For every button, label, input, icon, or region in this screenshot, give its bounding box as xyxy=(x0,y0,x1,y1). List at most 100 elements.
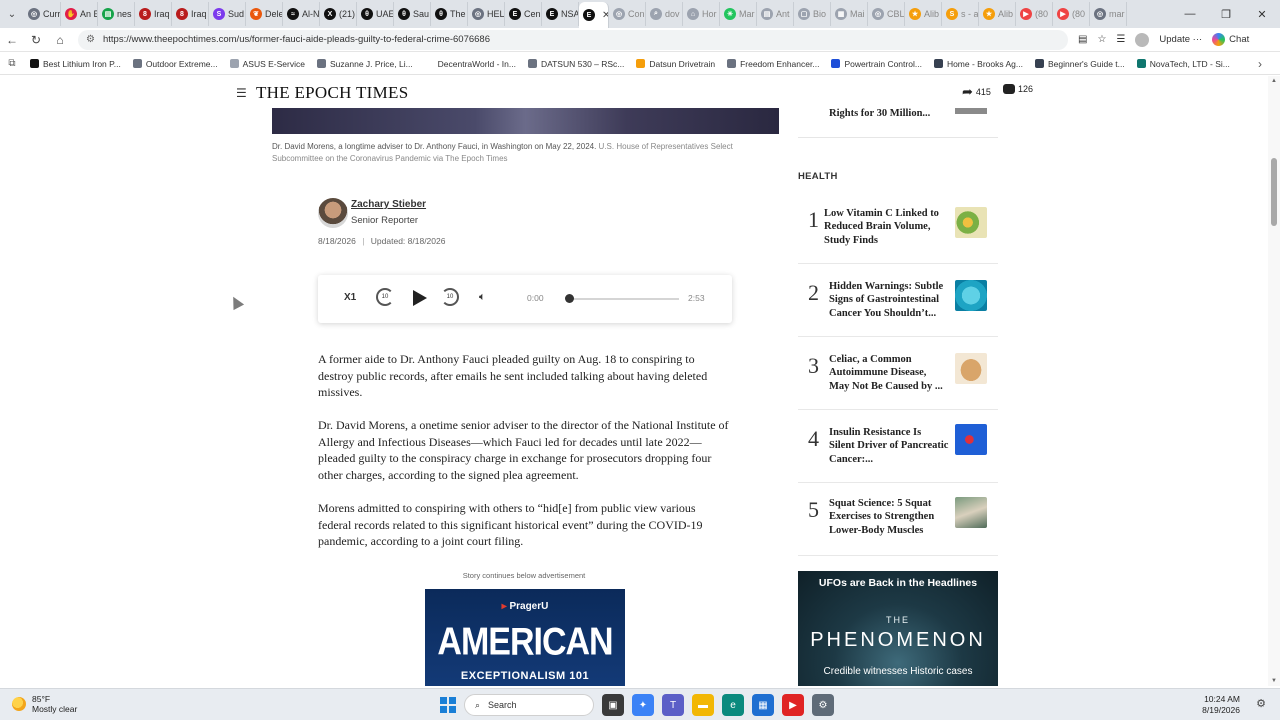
browser-tab[interactable]: E Cen xyxy=(505,2,542,26)
teams-icon[interactable]: T xyxy=(662,694,684,716)
browser-tab[interactable]: ▦ Mai xyxy=(831,2,868,26)
browser-tab[interactable]: ⌂ Hor xyxy=(683,2,720,26)
scrollbar-thumb[interactable] xyxy=(1271,158,1277,226)
browser-tab-active[interactable]: E✕ xyxy=(579,2,609,28)
comments-button[interactable]: 126 xyxy=(1003,84,1033,94)
browser-tab[interactable]: 8 Iraq xyxy=(172,2,209,26)
advertisement-prageru[interactable]: ▸ PragerU AMERICAN EXCEPTIONALISM 101 xyxy=(425,589,625,686)
menu-icon[interactable]: ☰ xyxy=(236,86,247,100)
share-button[interactable]: ➦ 415 xyxy=(962,84,991,100)
browser-tab[interactable]: ★ Alib xyxy=(905,2,942,26)
browser-tab[interactable]: θ Sau xyxy=(394,2,431,26)
new-tab-plus-icon[interactable]: + xyxy=(1127,5,1134,23)
browser-tab[interactable]: θ The xyxy=(431,2,468,26)
store-icon[interactable]: ▦ xyxy=(752,694,774,716)
bookmark-item[interactable]: Beginner's Guide t... xyxy=(1029,59,1131,69)
browser-tab[interactable]: ✋ An E xyxy=(61,2,98,26)
bookmark-item[interactable]: Freedom Enhancer... xyxy=(721,59,825,69)
page-scrollbar[interactable]: ▲ ▼ xyxy=(1268,76,1280,686)
bookmark-item[interactable]: Powertrain Control... xyxy=(825,59,927,69)
task-view-icon[interactable]: ▣ xyxy=(602,694,624,716)
health-list-item[interactable]: 3 Celiac, a Common Autoimmune Disease, M… xyxy=(798,337,998,410)
back-arrow-icon[interactable]: ← xyxy=(0,33,24,47)
tab-actions-icon[interactable]: ⧉ xyxy=(0,58,24,69)
favorites-list-icon[interactable]: ☰ xyxy=(1116,34,1125,45)
playback-speed-button[interactable]: X1 xyxy=(344,292,356,303)
chat-button[interactable]: Chat xyxy=(1212,33,1249,46)
health-list-item[interactable]: 4 Insulin Resistance Is Silent Driver of… xyxy=(798,410,998,483)
browser-tab[interactable]: Ss - a xyxy=(942,2,979,26)
play-icon[interactable] xyxy=(413,290,427,306)
browser-tab[interactable]: S Sud xyxy=(209,2,246,26)
browser-tab[interactable]: X (21) xyxy=(320,2,357,26)
browser-tab[interactable]: ▤ nes xyxy=(98,2,135,26)
site-info-icon[interactable]: ⚙ xyxy=(86,34,95,45)
system-clock[interactable]: 10:24 AM 8/19/2026 xyxy=(1202,694,1240,716)
youtube-icon[interactable]: ▶ xyxy=(782,694,804,716)
browser-tab[interactable]: ✳ Mar xyxy=(720,2,757,26)
site-logo[interactable]: THE EPOCH TIMES xyxy=(256,83,408,103)
advertisement-phenomenon[interactable]: UFOs are Back in the Headlines THE PHENO… xyxy=(798,571,998,686)
weather-widget[interactable]: 85°F Mostly clear xyxy=(12,694,77,714)
bookmark-item[interactable]: NovaTech, LTD - Si... xyxy=(1131,59,1236,69)
health-list-item[interactable]: 2 Hidden Warnings: Subtle Signs of Gastr… xyxy=(798,264,998,337)
close-tab-icon[interactable]: ✕ xyxy=(598,10,608,21)
file-explorer-icon[interactable]: ▬ xyxy=(692,694,714,716)
browser-tab[interactable]: 8 Iraq xyxy=(135,2,172,26)
browser-tab[interactable]: ◎ HEL xyxy=(468,2,505,26)
scroll-up-arrow-icon[interactable]: ▲ xyxy=(1271,78,1277,84)
notification-settings-icon[interactable]: ⚙ xyxy=(1256,697,1266,710)
browser-tab[interactable]: ◎ CBL xyxy=(868,2,905,26)
bookmark-item[interactable]: Best Lithium Iron P... xyxy=(24,59,127,69)
bookmark-item[interactable]: DATSUN 530 – RSc... xyxy=(522,59,630,69)
rail-previous-item[interactable]: Rights for 30 Million... xyxy=(798,108,998,138)
browser-tab[interactable]: ★ Alib xyxy=(979,2,1016,26)
skip-forward-10-icon[interactable]: 10 xyxy=(441,288,459,306)
bookmark-item[interactable]: DecentraWorld - In... xyxy=(419,59,522,69)
close-window-icon[interactable]: ✕ xyxy=(1244,8,1280,21)
update-button[interactable]: Update ··· xyxy=(1159,34,1202,45)
start-windows-icon[interactable] xyxy=(440,697,456,713)
browser-tab[interactable]: ▢ Bio xyxy=(794,2,831,26)
browser-tab[interactable]: ≈ Al-N xyxy=(283,2,320,26)
browser-tab[interactable]: ◎ mar xyxy=(1090,2,1127,26)
minimize-icon[interactable]: — xyxy=(1172,8,1208,20)
progress-track[interactable] xyxy=(569,298,679,300)
scroll-down-arrow-icon[interactable]: ▼ xyxy=(1271,678,1277,684)
author-name-link[interactable]: Zachary Stieber xyxy=(351,199,426,210)
browser-tab[interactable]: ◎ Con xyxy=(609,2,646,26)
health-list-item[interactable]: 1 Low Vitamin C Linked to Reduced Brain … xyxy=(798,191,998,264)
profile-avatar[interactable] xyxy=(1135,32,1150,47)
settings-gear-icon[interactable]: ⚙ xyxy=(812,694,834,716)
skip-back-10-icon[interactable]: 10 xyxy=(376,288,394,306)
volume-icon[interactable]: 🔈︎ xyxy=(479,291,486,304)
bookmarks-overflow-chevron-icon[interactable]: › xyxy=(1258,57,1262,71)
browser-tab[interactable]: ❦ Dele xyxy=(246,2,283,26)
browser-tab[interactable]: θ UAE xyxy=(357,2,394,26)
author-avatar[interactable] xyxy=(318,198,348,228)
browser-tab[interactable]: ◎ Curr xyxy=(24,2,61,26)
tab-search-chevron-icon[interactable]: ⌄ xyxy=(0,0,24,28)
bookmark-item[interactable]: Datsun Drivetrain xyxy=(630,59,721,69)
home-icon[interactable]: ⌂ xyxy=(48,33,72,47)
favorite-star-icon[interactable]: ☆ xyxy=(1097,34,1106,45)
reader-mode-icon[interactable]: ▤ xyxy=(1078,34,1087,45)
bookmark-item[interactable]: ASUS E-Service xyxy=(224,59,311,69)
browser-tab[interactable]: ▶ (80 xyxy=(1053,2,1090,26)
browser-tab[interactable]: ⌕ dov xyxy=(646,2,683,26)
browser-tab[interactable]: ▤ Ant xyxy=(757,2,794,26)
progress-knob[interactable] xyxy=(565,294,574,303)
health-list-item[interactable]: 5 Squat Science: 5 Squat Exercises to St… xyxy=(798,483,998,556)
bookmark-item[interactable]: Suzanne J. Price, Li... xyxy=(311,59,419,69)
bookmark-item[interactable]: Home - Brooks Ag... xyxy=(928,59,1029,69)
url-field[interactable]: ⚙ https://www.theepochtimes.com/us/forme… xyxy=(78,29,1068,50)
taskbar-search[interactable]: ⌕ Search xyxy=(464,694,594,716)
bookmark-item[interactable]: Outdoor Extreme... xyxy=(127,59,224,69)
browser-tab[interactable]: ▶ (80 xyxy=(1016,2,1053,26)
restore-icon[interactable]: ❐ xyxy=(1208,8,1244,21)
browser-tab[interactable]: E NSA xyxy=(542,2,579,26)
reload-icon[interactable]: ↻ xyxy=(24,33,48,47)
copilot-app-icon[interactable]: ✦ xyxy=(632,694,654,716)
tab-favicon-icon: θ xyxy=(398,8,410,20)
edge-browser-icon[interactable]: e xyxy=(722,694,744,716)
